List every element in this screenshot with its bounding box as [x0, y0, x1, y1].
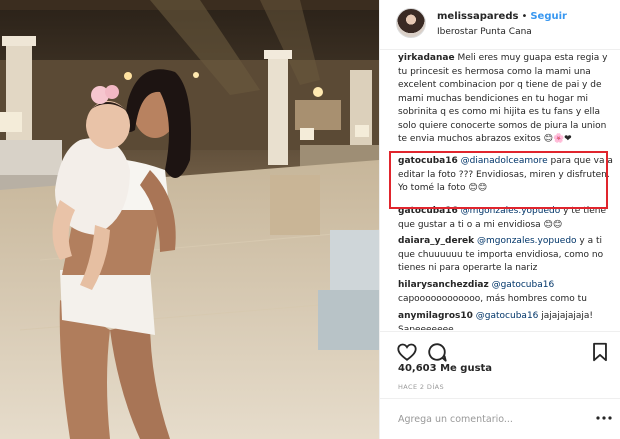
comment-username[interactable]: hilarysanchezdiaz: [398, 280, 489, 290]
more-options-icon[interactable]: [595, 411, 613, 425]
avatar[interactable]: [396, 8, 426, 38]
comment-username[interactable]: anymilagros10: [398, 311, 473, 321]
comment-mention[interactable]: @mgonzales.yopuedo: [477, 236, 577, 246]
photo-illustration: [0, 0, 379, 439]
follow-button[interactable]: Seguir: [530, 11, 567, 22]
bookmark-icon[interactable]: [589, 341, 611, 363]
comment-item: anymilagros10 @gatocuba16 jajajajajaja! …: [398, 310, 616, 330]
comment-username[interactable]: gatocuba16: [398, 156, 458, 166]
separator: •: [521, 11, 528, 22]
header-user-line: melissapareds • Seguir: [437, 11, 567, 22]
comment-bubble-icon[interactable]: [426, 341, 448, 363]
comment-item: gatocuba16 @dianadolceamore para que va …: [398, 155, 616, 196]
comment-text: Meli eres muy guapa esta regia y tu prin…: [398, 53, 608, 144]
time-ago[interactable]: HACE 2 DÍAS: [398, 383, 444, 391]
username[interactable]: melissapareds: [437, 11, 518, 22]
comment-item: yirkadanae Meli eres muy guapa esta regi…: [398, 52, 616, 147]
comments-list[interactable]: yirkadanae Meli eres muy guapa esta regi…: [380, 50, 620, 330]
comment-username[interactable]: daiara_y_derek: [398, 236, 474, 246]
comment-mention[interactable]: @gatocuba16: [476, 311, 539, 321]
comment-username[interactable]: gatocuba16: [398, 206, 458, 216]
post-side-panel: melissapareds • Seguir Iberostar Punta Can…: [379, 0, 620, 439]
heart-outline-icon[interactable]: [396, 341, 418, 363]
comment-mention[interactable]: @gatocuba16: [492, 280, 555, 290]
comment-text: capoooooooooooo, más hombres como tu: [398, 293, 587, 304]
likes-count[interactable]: 40,603 Me gusta: [398, 363, 492, 374]
comment-item: hilarysanchezdiaz @gatocuba16 capooooooo…: [398, 279, 616, 306]
comment-mention[interactable]: @mgonzales.yopuedo: [461, 206, 561, 216]
comment-item: gatocuba16 @mgonzales.yopuedo y te tiene…: [398, 205, 616, 232]
comment-username[interactable]: yirkadanae: [398, 53, 455, 63]
comment-input[interactable]: [398, 411, 578, 427]
comment-item: daiara_y_derek @mgonzales.yopuedo y a ti…: [398, 235, 616, 276]
location[interactable]: Iberostar Punta Cana: [437, 27, 532, 37]
add-comment-bar: [380, 398, 620, 439]
post-header: melissapareds • Seguir Iberostar Punta Can…: [380, 0, 620, 50]
comment-mention[interactable]: @dianadolceamore: [461, 156, 548, 166]
post-photo[interactable]: [0, 0, 379, 439]
